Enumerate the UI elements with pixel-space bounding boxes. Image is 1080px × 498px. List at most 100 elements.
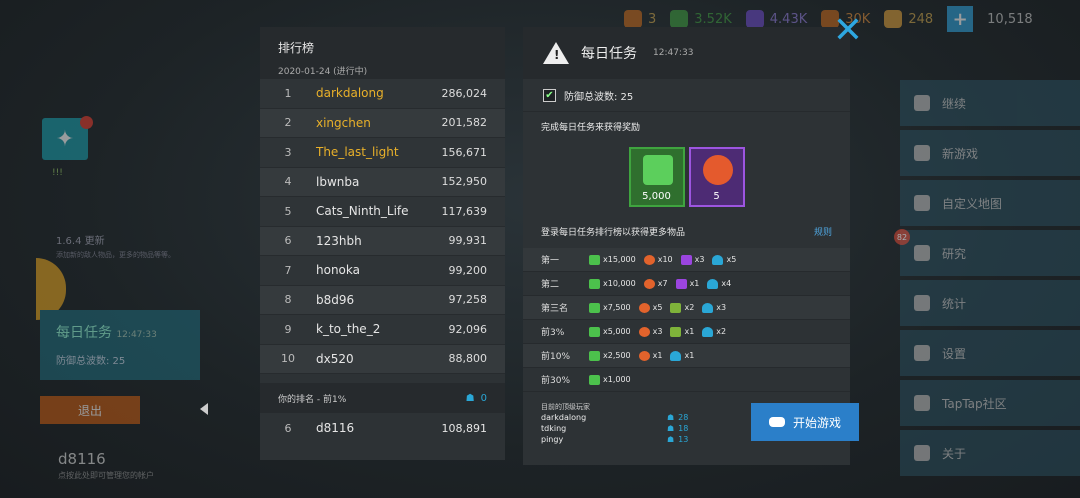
leaderboard-row[interactable]: 7 honoka 99,200 <box>260 256 505 286</box>
tier-row: 前30% x1,000 <box>523 368 850 392</box>
leaderboard-header: 排行榜 2020-01-24 (进行中) <box>260 27 505 79</box>
tier-label: 第二 <box>541 280 560 290</box>
account-hint: 点按此处即可管理您的帐户 <box>58 471 154 480</box>
reward-item-icon <box>589 374 600 385</box>
menu-item-stats[interactable]: 统计 <box>900 280 1080 326</box>
left-panel: ✦ !!! 1.6.4 更新 添加新的敌人物品，更多的物品等等。 每日任务 12… <box>0 0 200 498</box>
tier-reward: x1 <box>670 326 694 337</box>
token-icon <box>702 155 733 185</box>
tier-label: 第一 <box>541 256 560 266</box>
menu-item-taptap[interactable]: TapTap社区 <box>900 380 1080 426</box>
login-row: 登录每日任务排行榜以获得更多物品 规则 <box>523 225 850 238</box>
leaderboard-row[interactable]: 5 Cats_Ninth_Life 117,639 <box>260 197 505 227</box>
reward-item-icon <box>670 326 682 337</box>
leaderboard-row[interactable]: 8 b8d96 97,258 <box>260 285 505 315</box>
reward-cash: 5,000 <box>628 147 685 207</box>
purple-crystal-icon <box>745 10 764 28</box>
leaderboard-row[interactable]: 9 k_to_the_2 92,096 <box>260 315 505 345</box>
reward-item-icon <box>712 254 724 265</box>
leaderboard-row[interactable]: 10 dx520 88,800 <box>260 344 505 374</box>
login-text: 登录每日任务排行榜以获得更多物品 <box>541 228 686 238</box>
main-menu: 继续 新游戏 自定义地图 研究 统计 设置 TapTap社区 关于 <box>900 80 1080 480</box>
ghost-icon: ☗ <box>465 392 475 404</box>
my-rank-bar: 你的排名 - 前1% ☗ 0 <box>260 383 505 413</box>
resource-crystal: 4.43K <box>745 10 807 28</box>
menu-item-custom-map[interactable]: 自定义地图 <box>900 180 1080 226</box>
tier-reward: x3 <box>638 326 662 337</box>
menu-item-continue[interactable]: 继续 <box>900 80 1080 126</box>
my-leaderboard-row[interactable]: 6 d8116 108,891 <box>260 413 505 443</box>
ghost-icon: ☗ <box>667 413 675 422</box>
daily-tasks-panel: ! 每日任务 12:47:33 ✔ 防御总波数: 25 完成每日任务来获得奖励 … <box>523 27 850 465</box>
leaderboard-row[interactable]: 2 xingchen 201,582 <box>260 108 505 138</box>
tier-reward: x15,000 <box>589 254 636 265</box>
spiral-icon <box>624 10 642 28</box>
chart-icon <box>914 295 930 311</box>
reward-item-icon <box>589 254 600 265</box>
tier-reward: x5 <box>638 302 662 313</box>
reward-item-icon <box>670 302 682 313</box>
rules-link[interactable]: 规则 <box>814 225 832 238</box>
leaderboard-row[interactable]: 3 The_last_light 156,671 <box>260 138 505 168</box>
tier-reward: x1,000 <box>589 374 631 385</box>
tier-reward: x10,000 <box>589 278 636 289</box>
menu-item-research[interactable]: 研究 <box>900 230 1080 276</box>
tier-reward: x5 <box>712 254 736 265</box>
daily-tasks-time: 12:47:33 <box>653 48 694 58</box>
checkbox-checked-icon: ✔ <box>543 88 556 102</box>
cash-icon <box>642 155 673 185</box>
leaderboard-row[interactable]: 6 123hbh 99,931 <box>260 226 505 256</box>
add-button[interactable]: + <box>947 6 974 32</box>
my-rank-value: ☗ 0 <box>465 392 487 404</box>
tier-reward: x3 <box>680 254 704 265</box>
tier-reward: x10 <box>643 254 673 265</box>
start-game-button[interactable]: 开始游戏 <box>751 403 859 441</box>
close-icon[interactable]: ✕ <box>832 13 864 49</box>
my-rank-label: 你的排名 - 前1% <box>278 394 347 405</box>
tier-row: 第一 x15,000 x10 x3 x5 <box>523 248 850 272</box>
username[interactable]: d8116 <box>58 450 106 468</box>
tier-reward: x2 <box>702 326 726 337</box>
daily-task-card-title: 每日任务 12:47:33 <box>56 325 157 341</box>
flask-icon <box>914 245 930 261</box>
tier-row: 第二 x10,000 x7 x1 x4 <box>523 272 850 296</box>
rewards-subtitle: 完成每日任务来获得奖励 <box>541 123 641 133</box>
version-label[interactable]: 1.6.4 更新 <box>56 232 105 247</box>
leaderboard-row[interactable]: 1 darkdalong 286,024 <box>260 79 505 109</box>
leaderboard-list[interactable]: 1 darkdalong 286,024 2 xingchen 201,582 3 The… <box>260 79 505 374</box>
reward-item-icon <box>638 350 650 361</box>
reward-token: 5 <box>688 147 745 207</box>
status-text: !!! <box>52 168 63 178</box>
map-icon <box>914 195 930 211</box>
reward-item-icon <box>675 278 687 289</box>
daily-tasks-header: ! 每日任务 12:47:33 <box>523 27 850 79</box>
warning-icon: ! <box>543 42 569 64</box>
leaderboard-title: 排行榜 <box>278 41 315 55</box>
reward-item-icon <box>638 302 650 313</box>
gamepad-icon <box>768 417 785 427</box>
collapse-arrow-icon[interactable] <box>200 403 208 415</box>
reward-item-icon <box>643 278 655 289</box>
daily-task-card[interactable]: 每日任务 12:47:33 防御总波数: 25 <box>40 310 200 380</box>
tier-reward: x1 <box>670 350 694 361</box>
gold-token-icon <box>884 10 903 28</box>
leaderboard-row[interactable]: 4 lbwnba 152,950 <box>260 167 505 197</box>
gamepad-icon <box>914 145 930 161</box>
tier-reward: x5,000 <box>589 326 631 337</box>
tier-label: 前3% <box>541 328 565 338</box>
menu-item-about[interactable]: 关于 <box>900 430 1080 476</box>
reward-item-icon <box>707 278 719 289</box>
play-icon <box>914 95 930 111</box>
notification-dot <box>80 116 93 129</box>
reward-item-icon <box>702 302 714 313</box>
tier-reward: x2,500 <box>589 350 631 361</box>
resource-cash: 3.52K <box>670 10 732 28</box>
menu-item-settings[interactable]: 设置 <box>900 330 1080 376</box>
reward-item-icon <box>680 254 692 265</box>
daily-task-card-sub: 防御总波数: 25 <box>56 356 126 367</box>
tier-reward: x7,500 <box>589 302 631 313</box>
menu-item-new-game[interactable]: 新游戏 <box>900 130 1080 176</box>
task-item: ✔ 防御总波数: 25 <box>523 79 850 112</box>
exit-button[interactable]: 退出 <box>40 396 140 424</box>
tier-reward: x4 <box>707 278 731 289</box>
